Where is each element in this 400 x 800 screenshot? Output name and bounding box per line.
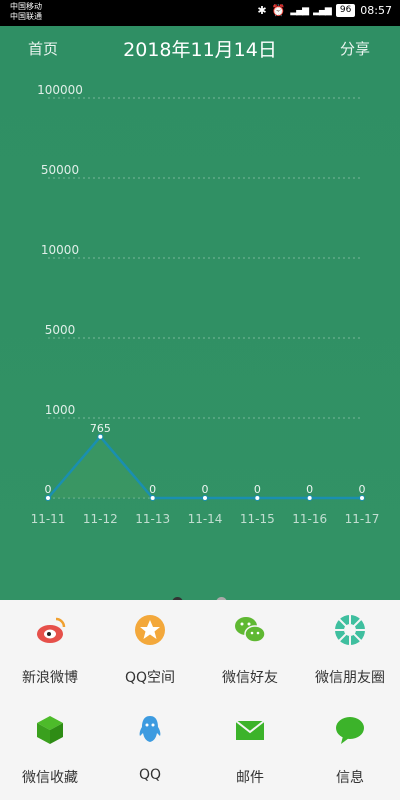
data-point	[202, 495, 208, 501]
status-bar: 中国移动 中国联通 ✱ ⏰ ▂▄▆ ▂▄▆ 96 08:57	[0, 0, 400, 26]
y-tick-label: 50000	[41, 163, 79, 177]
signal-2-icon: ▂▄▆	[313, 5, 332, 16]
y-tick-label: 100000	[37, 83, 83, 97]
y-tick-label: 10000	[41, 243, 79, 257]
data-point	[45, 495, 51, 501]
share-label: 新浪微博	[22, 670, 78, 686]
qq-icon	[139, 716, 161, 742]
data-point	[306, 495, 313, 501]
mail-icon	[235, 720, 265, 740]
data-point	[254, 495, 261, 501]
data-label: 765	[90, 422, 111, 435]
share-label: QQ空间	[124, 670, 176, 686]
status-icons: ✱ ⏰ ▂▄▆ ▂▄▆ 96 08:57	[257, 4, 392, 17]
data-label: 0	[254, 483, 261, 496]
carrier-info: 中国移动 中国联通	[10, 2, 42, 22]
chart-area[interactable]: 100000 50000 10000 5000 1000 0 11-11 765 11-12 0 1…	[0, 70, 400, 608]
share-wechat-favorites[interactable]: 微信收藏	[0, 700, 100, 800]
share-panel: 新浪微博 QQ空间 微信好友 微信朋友圈 微信收藏 QQ 邮件 信息	[0, 600, 400, 800]
share-label: 微信好友	[222, 670, 278, 686]
data-label: 0	[306, 483, 313, 496]
alarm-icon: ⏰	[271, 4, 286, 17]
data-label: 0	[149, 483, 156, 496]
data-label: 0	[202, 483, 209, 496]
qzone-icon	[135, 615, 165, 645]
x-tick-label: 11-14	[188, 512, 223, 526]
share-mail[interactable]: 邮件	[200, 700, 300, 800]
bluetooth-icon: ✱	[257, 4, 267, 17]
data-label: 0	[45, 483, 52, 496]
share-button[interactable]: 分享	[340, 38, 370, 59]
share-label: 邮件	[236, 770, 264, 786]
carrier-1: 中国移动	[10, 2, 42, 11]
share-label: 信息	[336, 770, 364, 786]
data-point	[149, 495, 156, 501]
x-tick-label: 11-16	[292, 512, 327, 526]
x-tick-label: 11-17	[345, 512, 380, 526]
x-tick-label: 11-11	[31, 512, 66, 526]
share-message[interactable]: 信息	[300, 700, 400, 800]
data-point	[359, 495, 365, 501]
battery-icon: 96	[335, 4, 356, 17]
share-weibo[interactable]: 新浪微博	[0, 600, 100, 700]
data-point	[97, 433, 104, 440]
clock: 08:57	[360, 4, 392, 17]
share-moments[interactable]: 微信朋友圈	[300, 600, 400, 700]
share-qzone[interactable]: QQ空间	[100, 600, 200, 700]
data-label: 0	[359, 483, 366, 496]
y-tick-label: 5000	[45, 323, 76, 337]
message-icon	[336, 717, 364, 744]
x-tick-label: 11-13	[135, 512, 170, 526]
share-label: 微信收藏	[22, 770, 78, 786]
line-chart: 100000500001000050001000011-1176511-1201…	[31, 83, 380, 526]
weibo-icon	[37, 617, 66, 643]
signal-1-icon: ▂▄▆	[290, 5, 309, 16]
wechat-favorites-icon	[37, 716, 63, 744]
moments-icon	[335, 615, 365, 645]
share-label: QQ	[138, 767, 162, 783]
x-tick-label: 11-12	[83, 512, 118, 526]
wechat-icon	[235, 617, 266, 643]
app-bar: 首页 2018年11月14日 分享	[0, 26, 400, 70]
share-qq[interactable]: QQ	[100, 700, 200, 800]
share-label: 微信朋友圈	[315, 670, 385, 686]
x-tick-label: 11-15	[240, 512, 275, 526]
share-wechat-friends[interactable]: 微信好友	[200, 600, 300, 700]
carrier-2: 中国联通	[10, 12, 42, 21]
y-tick-label: 1000	[45, 403, 76, 417]
